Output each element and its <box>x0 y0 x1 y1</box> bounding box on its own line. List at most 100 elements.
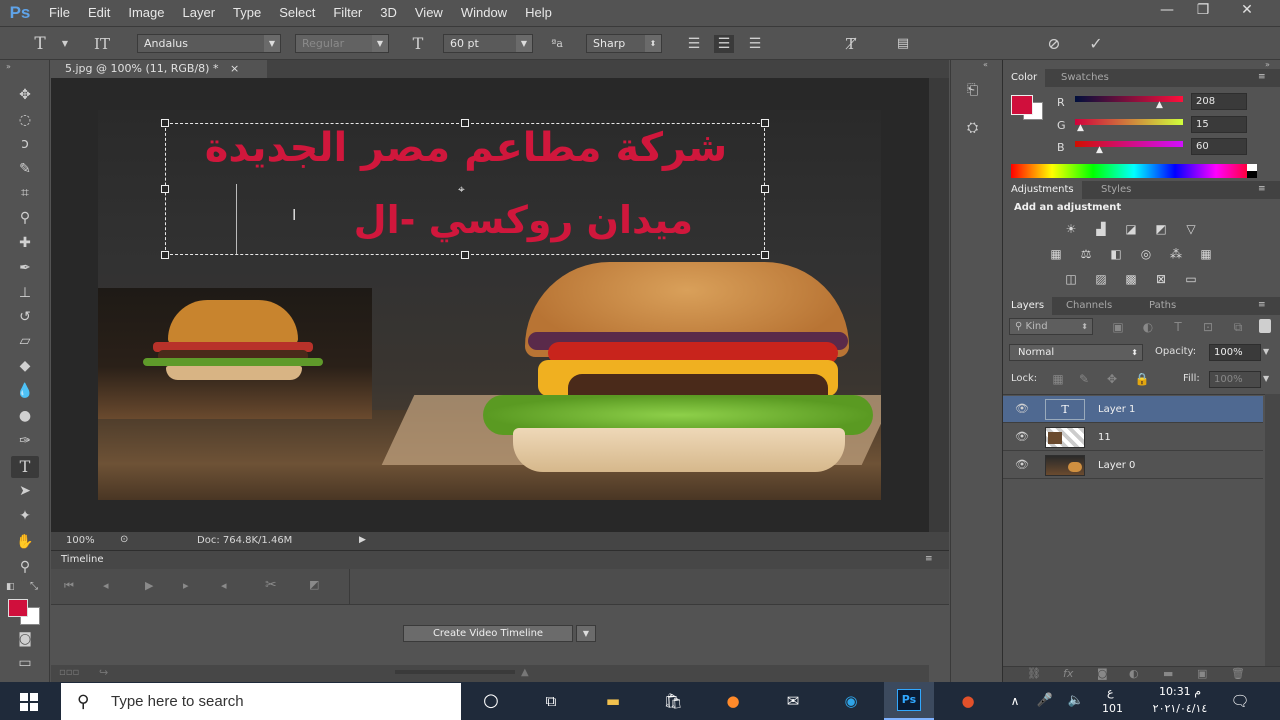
canvas-scrollbar[interactable] <box>929 78 949 532</box>
pen-tool-icon[interactable]: ✑ <box>11 430 39 452</box>
screen-mode-icon[interactable]: ▭ <box>11 652 39 674</box>
filter-pixel-icon[interactable]: ▣ <box>1109 319 1127 335</box>
taskbar-search-box[interactable]: ⚲ Type here to search <box>61 683 461 720</box>
menu-select[interactable]: Select <box>270 0 324 26</box>
tray-chevron-up-icon[interactable]: ∧ <box>1002 688 1028 714</box>
transform-handle[interactable] <box>161 251 169 259</box>
curves-icon[interactable]: ◪ <box>1122 221 1140 237</box>
transform-handle[interactable] <box>761 185 769 193</box>
menu-window[interactable]: Window <box>452 0 516 26</box>
tab-layers[interactable]: Layers <box>1003 297 1053 315</box>
g-slider[interactable] <box>1075 119 1183 125</box>
crop-tool-icon[interactable]: ⌗ <box>11 182 39 204</box>
tab-swatches[interactable]: Swatches <box>1053 69 1117 87</box>
warp-text-icon[interactable]: Ⱦ <box>841 35 861 53</box>
menu-edit[interactable]: Edit <box>79 0 119 26</box>
zoom-level[interactable]: 100% <box>66 535 95 546</box>
fill-field[interactable]: 100% <box>1209 371 1261 388</box>
transform-handle[interactable] <box>161 119 169 127</box>
b-slider-thumb[interactable]: ▲ <box>1096 145 1103 155</box>
new-layer-icon[interactable]: ▣ <box>1197 667 1207 680</box>
filter-toggle[interactable] <box>1259 319 1271 333</box>
transition-icon[interactable]: ◩ <box>309 578 319 591</box>
shape-tool-icon[interactable]: ✦ <box>11 505 39 527</box>
status-menu-icon[interactable]: ⊙ <box>120 534 128 545</box>
transform-handle[interactable] <box>461 251 469 259</box>
paint-bucket-tool-icon[interactable]: ◆ <box>11 355 39 377</box>
create-video-timeline-button[interactable]: Create Video Timeline <box>403 625 573 642</box>
r-value[interactable]: 208 <box>1191 93 1247 110</box>
hand-tool-icon[interactable]: ✋ <box>11 531 39 553</box>
tab-paths[interactable]: Paths <box>1141 297 1184 315</box>
play-arrow-icon[interactable]: ▶ <box>359 535 366 545</box>
blur-tool-icon[interactable]: 💧 <box>11 380 39 402</box>
new-adjustment-icon[interactable]: ◐ <box>1129 667 1139 680</box>
minimize-button[interactable]: — <box>1148 0 1186 20</box>
transform-handle[interactable] <box>761 251 769 259</box>
layers-scrollbar[interactable] <box>1265 394 1280 666</box>
menu-type[interactable]: Type <box>224 0 270 26</box>
chevron-down-icon[interactable]: ▼ <box>576 625 596 642</box>
eye-icon[interactable]: 👁 <box>1015 458 1029 472</box>
play-icon[interactable]: ▶ <box>145 579 153 592</box>
zoom-tool-icon[interactable]: ⚲ <box>11 556 39 578</box>
selective-color-icon[interactable]: ⊠ <box>1152 271 1170 287</box>
quick-select-tool-icon[interactable]: ✎ <box>11 158 39 180</box>
healing-brush-tool-icon[interactable]: ✚ <box>11 232 39 254</box>
firefox-icon[interactable]: ● <box>720 688 746 714</box>
add-mask-icon[interactable]: ◙ <box>1097 667 1108 680</box>
filter-shape-icon[interactable]: ⊡ <box>1199 319 1217 335</box>
quick-mask-icon[interactable]: ◙ <box>11 628 39 650</box>
document-tab-close[interactable]: × <box>230 62 239 75</box>
filter-smart-icon[interactable]: ⧉ <box>1229 319 1247 335</box>
collapse-icon[interactable]: » <box>1265 60 1270 69</box>
lock-transparent-icon[interactable]: ▦ <box>1049 371 1067 387</box>
properties-panel-icon[interactable]: ⛭ <box>967 120 978 136</box>
language-indicator[interactable]: ع <box>1107 686 1114 699</box>
lock-all-icon[interactable]: 🔒 <box>1133 371 1151 387</box>
layer-name[interactable]: 11 <box>1098 424 1111 451</box>
brush-tool-icon[interactable]: ✒ <box>11 257 39 279</box>
commit-edits-icon[interactable]: ✓ <box>1086 35 1106 53</box>
eraser-tool-icon[interactable]: ▱ <box>11 330 39 352</box>
anti-alias-select[interactable]: Sharp ⬍ <box>586 34 662 53</box>
lock-position-icon[interactable]: ✥ <box>1103 371 1121 387</box>
swap-colors-icon[interactable]: ⤡ <box>30 581 38 592</box>
dodge-tool-icon[interactable]: ● <box>11 405 39 427</box>
store-icon[interactable]: 🛍 <box>660 688 686 714</box>
white-swatch[interactable] <box>1247 164 1257 171</box>
panel-menu-icon[interactable]: ≡ <box>1258 184 1266 194</box>
layer-name[interactable]: Layer 0 <box>1098 452 1135 479</box>
layer-style-icon[interactable]: fx <box>1063 667 1073 680</box>
cancel-edits-icon[interactable]: ⊘ <box>1044 35 1064 53</box>
b-value[interactable]: 60 <box>1191 138 1247 155</box>
b-slider[interactable] <box>1075 141 1183 147</box>
collapse-icon[interactable]: » <box>6 62 11 71</box>
layer-row-layer-1[interactable]: 👁 T Layer 1 <box>1003 396 1263 423</box>
menu-help[interactable]: Help <box>516 0 561 26</box>
zoom-in-icon[interactable]: ▲ <box>521 667 529 678</box>
foreground-color-swatch[interactable] <box>8 599 28 617</box>
filter-adjustment-icon[interactable]: ◐ <box>1139 319 1157 335</box>
action-center-icon[interactable]: 🗨 <box>1227 688 1253 714</box>
chevron-down-icon[interactable]: ▼ <box>1263 374 1269 383</box>
tab-channels[interactable]: Channels <box>1058 297 1120 315</box>
volume-icon[interactable]: 🔈 <box>1063 688 1089 714</box>
windows-start-icon[interactable] <box>20 693 38 711</box>
gradient-map-icon[interactable]: ▭ <box>1182 271 1200 287</box>
vibrance-icon[interactable]: ▽ <box>1182 221 1200 237</box>
convert-icon[interactable]: ↪ <box>99 666 108 679</box>
photo-filter-icon[interactable]: ◎ <box>1137 246 1155 262</box>
collapse-icon[interactable]: « <box>983 60 988 69</box>
g-value[interactable]: 15 <box>1191 116 1247 133</box>
new-group-icon[interactable]: ▬ <box>1163 667 1173 680</box>
default-colors-icon[interactable]: ◧ <box>6 582 15 592</box>
r-slider-thumb[interactable]: ▲ <box>1156 100 1163 110</box>
color-lookup-icon[interactable]: ▦ <box>1197 246 1215 262</box>
invert-icon[interactable]: ◫ <box>1062 271 1080 287</box>
blend-mode-select[interactable]: Normal ⬍ <box>1009 344 1143 361</box>
menu-layer[interactable]: Layer <box>174 0 225 26</box>
align-right-icon[interactable]: ☰ <box>745 35 765 53</box>
menu-file[interactable]: File <box>40 0 79 26</box>
font-size-select[interactable]: 60 pt ▼ <box>443 34 533 53</box>
